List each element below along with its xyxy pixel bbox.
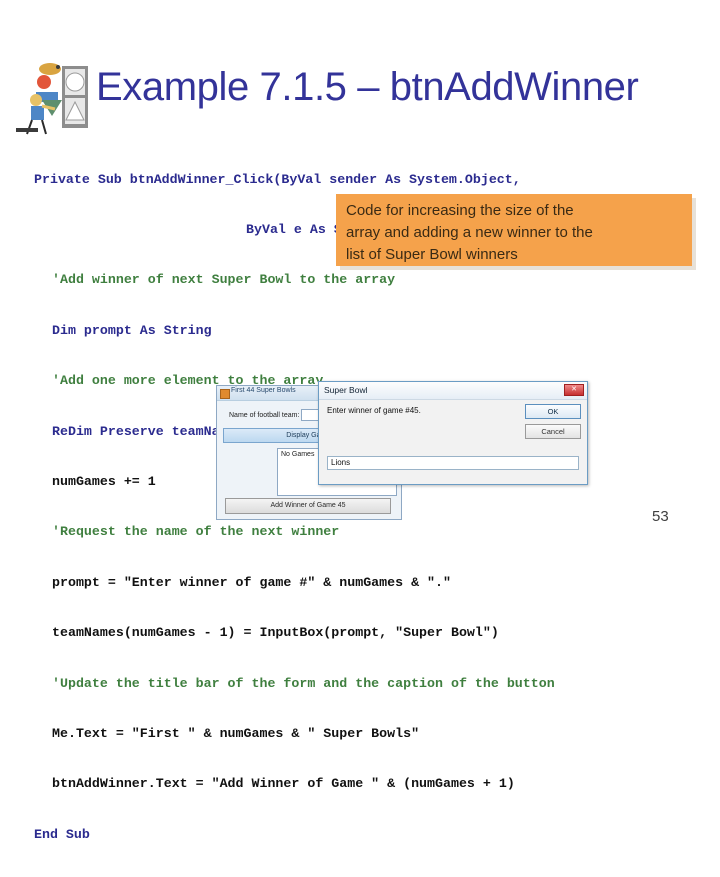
application-screenshot: First 44 Super Bowls Name of football te…: [216, 381, 588, 520]
code-line-3: Dim prompt As String: [52, 322, 212, 338]
dialog-answer-input[interactable]: Lions: [327, 456, 579, 470]
callout-box: Code for increasing the size of the arra…: [336, 194, 692, 266]
title-underline-dash: [16, 128, 38, 132]
app-icon: [220, 389, 230, 399]
code-line-13: End Sub: [34, 826, 90, 842]
page-number: 53: [652, 508, 669, 525]
code-line-2: 'Add winner of next Super Bowl to the ar…: [52, 272, 396, 288]
code-line-1a: Private Sub btnAddWinner_Click(ByVal sen…: [34, 171, 521, 187]
team-name-label: Name of football team:: [229, 412, 300, 419]
input-dialog: Super Bowl ✕ Enter winner of game #45. O…: [318, 381, 588, 485]
title-row: Example 7.1.5 – btnAddWinner: [18, 58, 708, 135]
main-form-title: First 44 Super Bowls: [231, 387, 296, 394]
cancel-button[interactable]: Cancel: [525, 424, 581, 439]
code-line-8: prompt = "Enter winner of game #" & numG…: [52, 574, 451, 590]
code-line-11: Me.Text = "First " & numGames & " Super …: [52, 725, 420, 741]
ok-button[interactable]: OK: [525, 404, 581, 419]
person-with-shapes-clipart: [26, 63, 88, 135]
page-title: Example 7.1.5 – btnAddWinner: [96, 65, 639, 109]
code-line-10: 'Update the title bar of the form and th…: [52, 675, 555, 691]
code-line-12: btnAddWinner.Text = "Add Winner of Game …: [52, 776, 515, 792]
callout-line-2: array and adding a new winner to the: [346, 224, 593, 241]
code-line-9: teamNames(numGames - 1) = InputBox(promp…: [52, 625, 499, 641]
input-dialog-title: Super Bowl: [324, 385, 368, 395]
callout-line-1: Code for increasing the size of the: [346, 202, 574, 219]
dialog-prompt-text: Enter winner of game #45.: [327, 406, 421, 415]
callout-line-3: list of Super Bowl winners: [346, 246, 518, 263]
close-icon[interactable]: ✕: [564, 384, 584, 396]
code-line-7: 'Request the name of the next winner: [52, 524, 340, 540]
slide-canvas: Example 7.1.5 – btnAddWinner Private Sub…: [0, 0, 720, 842]
input-dialog-titlebar: Super Bowl ✕: [319, 382, 587, 400]
add-winner-button[interactable]: Add Winner of Game 45: [225, 498, 391, 514]
